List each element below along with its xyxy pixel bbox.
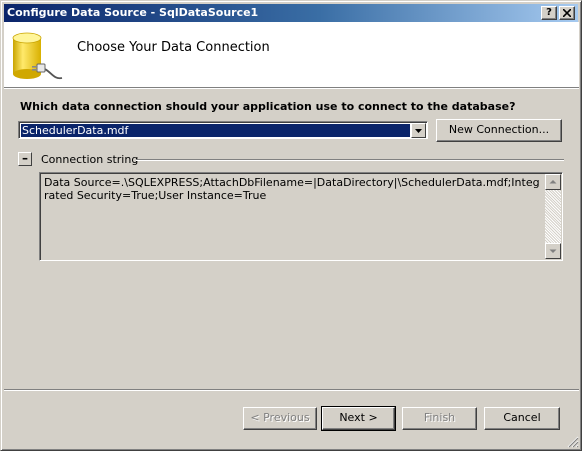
window-title: Configure Data Source - SqlDataSource1 [7, 6, 259, 19]
footer-divider [4, 389, 579, 391]
scroll-up-button[interactable] [545, 174, 561, 190]
next-button[interactable]: Next > [321, 406, 396, 431]
close-button[interactable] [559, 6, 575, 20]
help-button[interactable]: ? [541, 6, 557, 20]
connection-string-label: Connection string [41, 153, 139, 166]
database-plug-icon [12, 32, 63, 80]
chevron-down-icon [415, 129, 422, 133]
connection-dropdown-button[interactable] [411, 123, 426, 138]
close-icon [562, 8, 572, 18]
connection-string-toggle[interactable]: – [18, 152, 32, 166]
connection-string-text[interactable]: Data Source=.\SQLEXPRESS;AttachDbFilenam… [44, 176, 540, 202]
section-divider [136, 159, 564, 161]
connection-dropdown-value: SchedulerData.mdf [21, 124, 410, 137]
chevron-up-icon [549, 180, 557, 184]
finish-button[interactable]: Finish [402, 407, 477, 430]
connection-question-label: Which data connection should your applic… [20, 100, 516, 113]
resize-grip-icon[interactable] [567, 436, 579, 448]
scroll-down-button[interactable] [545, 243, 561, 259]
cancel-button[interactable]: Cancel [484, 407, 560, 430]
configure-data-source-dialog: Configure Data Source - SqlDataSource1 ? [0, 0, 582, 451]
page-title: Choose Your Data Connection [77, 40, 270, 55]
connection-dropdown[interactable]: SchedulerData.mdf [18, 121, 428, 139]
connection-string-scrollbar[interactable] [545, 174, 561, 259]
connection-string-box[interactable]: Data Source=.\SQLEXPRESS;AttachDbFilenam… [39, 172, 563, 261]
title-bar[interactable]: Configure Data Source - SqlDataSource1 ? [4, 4, 578, 22]
wizard-header: Choose Your Data Connection [4, 22, 579, 88]
new-connection-button[interactable]: New Connection... [436, 119, 562, 142]
previous-button[interactable]: < Previous [243, 407, 317, 430]
chevron-down-icon [549, 249, 557, 253]
